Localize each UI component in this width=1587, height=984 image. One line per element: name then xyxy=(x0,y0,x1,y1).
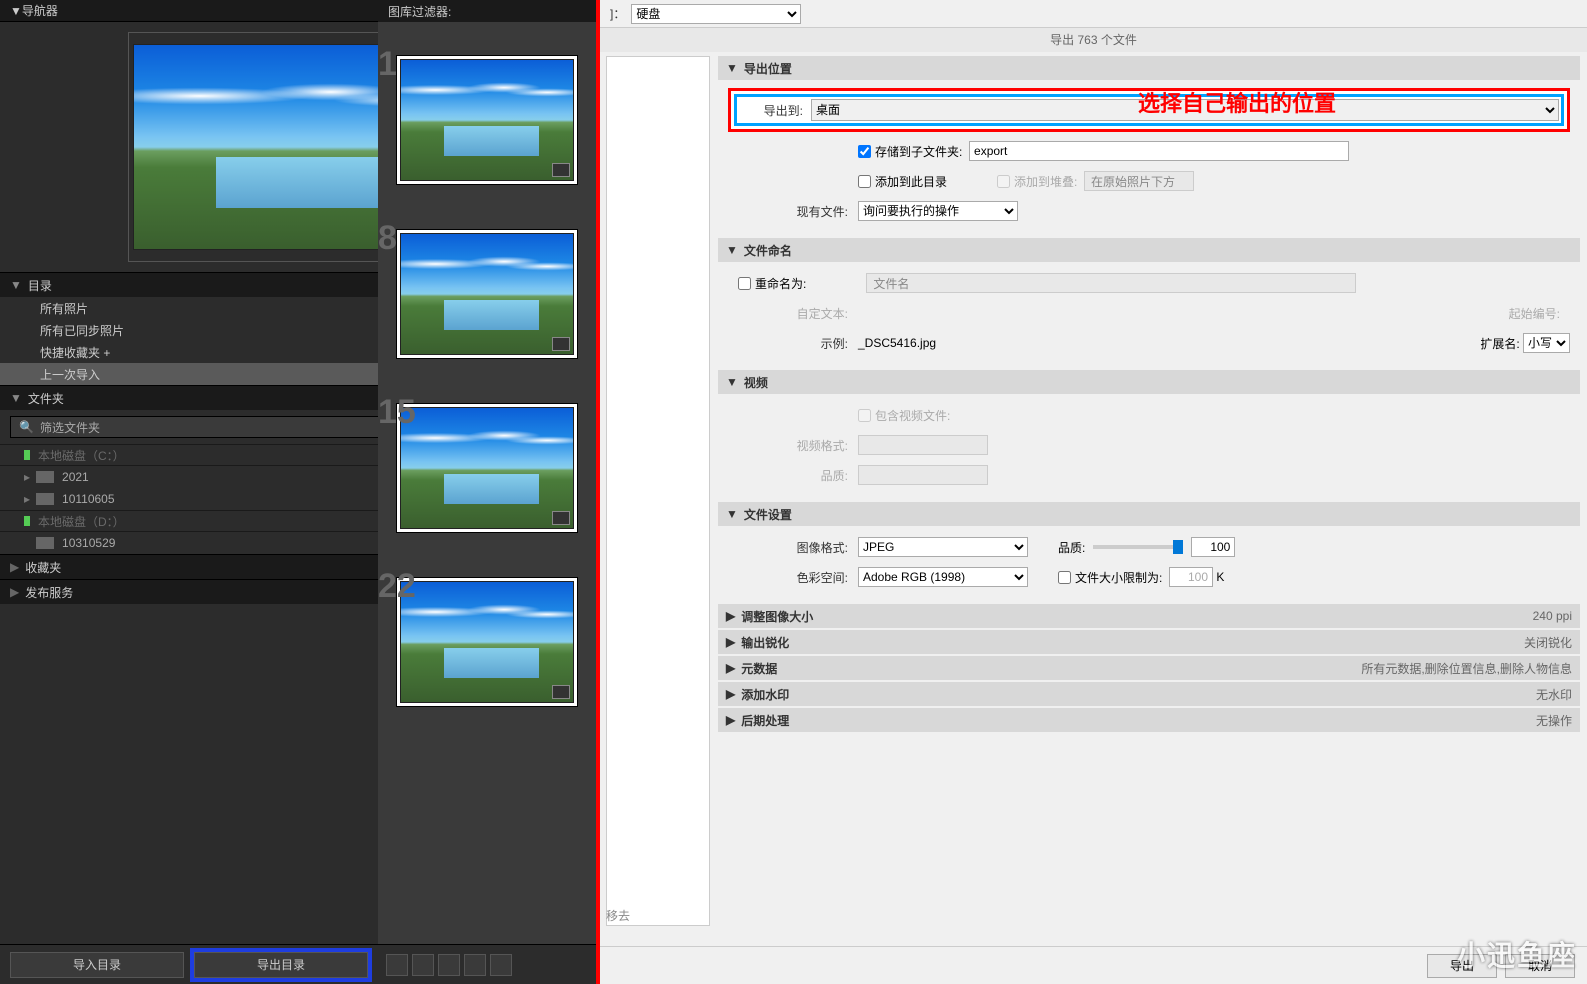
catalog-title: 目录 xyxy=(28,277,52,294)
export-dialog: ]： 硬盘 导出 763 个文件 ▼导出位置 导出到: 桌面 选择自己输出的位置… xyxy=(600,0,1587,984)
flag-icon xyxy=(552,337,570,351)
section-sharpen[interactable]: ▶输出锐化关闭锐化 xyxy=(718,630,1580,654)
section-export-location[interactable]: ▼导出位置 xyxy=(718,56,1580,80)
quality-slider[interactable] xyxy=(1093,545,1183,549)
subfolder-input[interactable] xyxy=(969,141,1349,161)
move-preset-label[interactable]: 移去 xyxy=(606,907,630,924)
subfolder-checkbox[interactable] xyxy=(858,145,871,158)
navigator-title: 导航器 xyxy=(22,2,58,19)
add-stack-checkbox xyxy=(997,175,1010,188)
export-destination-select[interactable]: 硬盘 xyxy=(631,4,801,24)
grid-column: 图库过滤器: 1 8 15 22 xyxy=(378,0,596,984)
section-resize[interactable]: ▶调整图像大小240 ppi xyxy=(718,604,1580,628)
rename-template-select: 文件名 xyxy=(866,273,1356,293)
people-view-icon[interactable] xyxy=(490,954,512,976)
compare-view-icon[interactable] xyxy=(438,954,460,976)
limit-size-input xyxy=(1169,567,1213,587)
export-catalog-button[interactable]: 导出目录 xyxy=(194,952,368,978)
folder-icon xyxy=(36,471,54,483)
grid-thumbnail[interactable]: 1 xyxy=(397,56,577,184)
include-video-checkbox xyxy=(858,409,871,422)
grid-thumbnail[interactable]: 8 xyxy=(397,230,577,358)
grid-toolbar xyxy=(378,944,596,984)
search-icon: 🔍 xyxy=(19,420,34,434)
flag-icon xyxy=(552,163,570,177)
chevron-down-icon: ▼ xyxy=(10,4,22,18)
folders-title: 文件夹 xyxy=(28,390,64,407)
colorspace-select[interactable]: Adobe RGB (1998) xyxy=(858,567,1028,587)
section-postprocess[interactable]: ▶后期处理无操作 xyxy=(718,708,1580,732)
add-catalog-checkbox[interactable] xyxy=(858,175,871,188)
export-to-select[interactable]: 桌面 xyxy=(811,99,1559,121)
existing-files-select[interactable]: 询问要执行的操作 xyxy=(858,201,1018,221)
section-video[interactable]: ▼视频 xyxy=(718,370,1580,394)
image-format-select[interactable]: JPEG xyxy=(858,537,1028,557)
extension-case-select[interactable]: 小写 xyxy=(1523,333,1570,353)
section-metadata[interactable]: ▶元数据所有元数据,删除位置信息,删除人物信息 xyxy=(718,656,1580,680)
quality-input[interactable] xyxy=(1191,537,1235,557)
folder-icon xyxy=(36,493,54,505)
publish-title[interactable]: 发布服务 xyxy=(25,584,73,601)
lightroom-left-panel: ▼ 导航器 适合 填满 1:1 3:1 ▾ ▼目录 所有照片1837 所有已同步… xyxy=(0,0,596,984)
library-filter-header[interactable]: 图库过滤器: xyxy=(378,0,596,22)
rename-checkbox[interactable] xyxy=(738,277,751,290)
example-filename: _DSC5416.jpg xyxy=(858,336,936,350)
section-file-settings[interactable]: ▼文件设置 xyxy=(718,502,1580,526)
import-catalog-button[interactable]: 导入目录 xyxy=(10,952,184,978)
flag-icon xyxy=(552,511,570,525)
section-file-naming[interactable]: ▼文件命名 xyxy=(718,238,1580,262)
limit-size-checkbox[interactable] xyxy=(1058,571,1071,584)
watermark-text: 小迅鱼座 xyxy=(1457,934,1577,974)
folder-icon xyxy=(36,537,54,549)
loupe-view-icon[interactable] xyxy=(412,954,434,976)
collections-title[interactable]: 收藏夹 xyxy=(25,559,61,576)
stack-position-select: 在原始照片下方 xyxy=(1084,171,1194,191)
grid-view-icon[interactable] xyxy=(386,954,408,976)
export-count-title: 导出 763 个文件 xyxy=(600,28,1587,52)
export-to-label: 导出到: xyxy=(739,102,803,119)
preset-list[interactable] xyxy=(606,56,710,926)
grid-thumbnail[interactable]: 15 xyxy=(397,404,577,532)
flag-icon xyxy=(552,685,570,699)
grid-thumbnail[interactable]: 22 xyxy=(397,578,577,706)
section-watermark[interactable]: ▶添加水印无水印 xyxy=(718,682,1580,706)
export-destination-label: ]： xyxy=(610,5,625,22)
survey-view-icon[interactable] xyxy=(464,954,486,976)
